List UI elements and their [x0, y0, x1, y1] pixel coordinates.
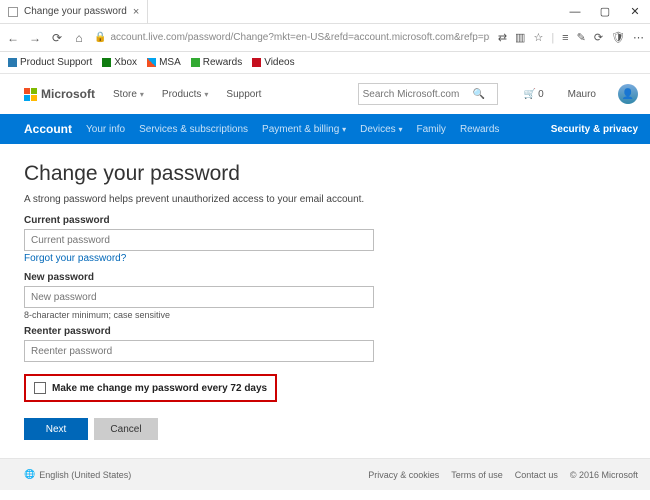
- password-hint: 8-character minimum; case sensitive: [24, 310, 638, 320]
- forgot-password-link[interactable]: Forgot your password?: [24, 253, 638, 264]
- lock-icon: 🔒: [94, 32, 106, 43]
- reenter-password-input[interactable]: [24, 340, 374, 362]
- globe-icon: 🌐: [24, 469, 35, 480]
- home-icon[interactable]: ⌂: [72, 31, 86, 45]
- chevron-down-icon: ▾: [204, 90, 208, 99]
- favorites-bar: Product Support Xbox MSA Rewards Videos: [0, 52, 650, 74]
- new-password-label: New password: [24, 272, 638, 283]
- page-content: Microsoft Store▾ Products▾ Support 🔍 🛒0 …: [0, 74, 650, 500]
- divider: |: [551, 32, 554, 44]
- tab-title: Change your password: [24, 6, 127, 17]
- header-store[interactable]: Store▾: [113, 89, 144, 100]
- user-name[interactable]: Mauro: [568, 89, 596, 100]
- footer-terms[interactable]: Terms of use: [451, 470, 503, 480]
- page-desc: A strong password helps prevent unauthor…: [24, 194, 638, 205]
- fav-item-msa[interactable]: MSA: [147, 57, 181, 68]
- search-input[interactable]: [363, 89, 473, 100]
- highlight-annotation: Make me change my password every 72 days: [24, 374, 277, 402]
- browser-tab[interactable]: Change your password ×: [0, 0, 148, 24]
- nav-devices[interactable]: Devices ▾: [360, 124, 402, 135]
- header-products[interactable]: Products▾: [162, 89, 208, 100]
- cancel-button[interactable]: Cancel: [94, 418, 158, 440]
- avatar[interactable]: 👤: [618, 84, 638, 104]
- nav-payment[interactable]: Payment & billing ▾: [262, 124, 346, 135]
- search-icon[interactable]: 🔍: [473, 89, 485, 100]
- favorite-icon[interactable]: ☆: [533, 31, 543, 44]
- xbox-icon: [102, 58, 111, 67]
- nav-security-privacy[interactable]: Security & privacy: [551, 124, 638, 135]
- fav-item-rewards[interactable]: Rewards: [191, 57, 242, 68]
- new-password-input[interactable]: [24, 286, 374, 308]
- microsoft-logo[interactable]: Microsoft: [24, 87, 95, 101]
- cart-button[interactable]: 🛒0: [524, 89, 544, 100]
- checkbox-label: Make me change my password every 72 days: [52, 383, 267, 394]
- footer-copyright: © 2016 Microsoft: [570, 470, 638, 480]
- microsoft-flag-icon: [24, 88, 37, 101]
- footer-privacy[interactable]: Privacy & cookies: [368, 470, 439, 480]
- youtube-icon: [252, 58, 261, 67]
- url-field[interactable]: 🔒 account.live.com/password/Change?mkt=e…: [94, 28, 490, 48]
- nav-your-info[interactable]: Your info: [86, 124, 125, 135]
- reading-list-icon[interactable]: ▥: [515, 31, 525, 44]
- site-footer: 🌐 English (United States) Privacy & cook…: [0, 458, 650, 490]
- nav-family[interactable]: Family: [416, 124, 445, 135]
- more-icon[interactable]: ⋯: [633, 31, 644, 44]
- footer-contact[interactable]: Contact us: [515, 470, 558, 480]
- share-icon[interactable]: ⇄: [498, 31, 507, 44]
- browser-titlebar: Change your password × — ▢ ✕: [0, 0, 650, 24]
- forward-icon[interactable]: →: [28, 31, 42, 45]
- fav-item-videos[interactable]: Videos: [252, 57, 294, 68]
- window-maximize-icon[interactable]: ▢: [590, 0, 620, 24]
- dell-icon: [8, 58, 17, 67]
- security-shield-icon[interactable]: 🛡: [611, 31, 625, 44]
- nav-services[interactable]: Services & subscriptions: [139, 124, 248, 135]
- reenter-password-label: Reenter password: [24, 326, 638, 337]
- reading-view-icon[interactable]: ≡: [562, 32, 568, 44]
- nav-account[interactable]: Account: [24, 122, 72, 136]
- ms-site-header: Microsoft Store▾ Products▾ Support 🔍 🛒0 …: [24, 74, 638, 114]
- refresh-icon[interactable]: ⟳: [50, 31, 64, 45]
- locale-selector[interactable]: English (United States): [39, 470, 131, 480]
- notes-icon[interactable]: ✎: [577, 31, 586, 44]
- fav-item-product-support[interactable]: Product Support: [8, 57, 92, 68]
- chevron-down-icon: ▾: [398, 125, 402, 134]
- tab-close-icon[interactable]: ×: [133, 6, 139, 18]
- sync-icon[interactable]: ⟳: [594, 31, 603, 44]
- chevron-down-icon: ▾: [342, 125, 346, 134]
- rewards-icon: [191, 58, 200, 67]
- account-nav: Account Your info Services & subscriptio…: [0, 114, 650, 144]
- url-text: account.live.com/password/Change?mkt=en-…: [110, 32, 489, 43]
- chevron-down-icon: ▾: [140, 90, 144, 99]
- next-button[interactable]: Next: [24, 418, 88, 440]
- browser-address-bar: ← → ⟳ ⌂ 🔒 account.live.com/password/Chan…: [0, 24, 650, 52]
- current-password-input[interactable]: [24, 229, 374, 251]
- fav-item-xbox[interactable]: Xbox: [102, 57, 137, 68]
- page-title: Change your password: [24, 162, 638, 186]
- window-minimize-icon[interactable]: —: [560, 0, 590, 24]
- nav-rewards[interactable]: Rewards: [460, 124, 499, 135]
- window-close-icon[interactable]: ✕: [620, 0, 650, 24]
- msa-icon: [147, 58, 156, 67]
- change-every-72-checkbox[interactable]: [34, 382, 46, 394]
- site-search[interactable]: 🔍: [358, 83, 498, 105]
- back-icon[interactable]: ←: [6, 31, 20, 45]
- tab-favicon: [8, 7, 18, 17]
- current-password-label: Current password: [24, 215, 638, 226]
- header-support[interactable]: Support: [226, 89, 261, 100]
